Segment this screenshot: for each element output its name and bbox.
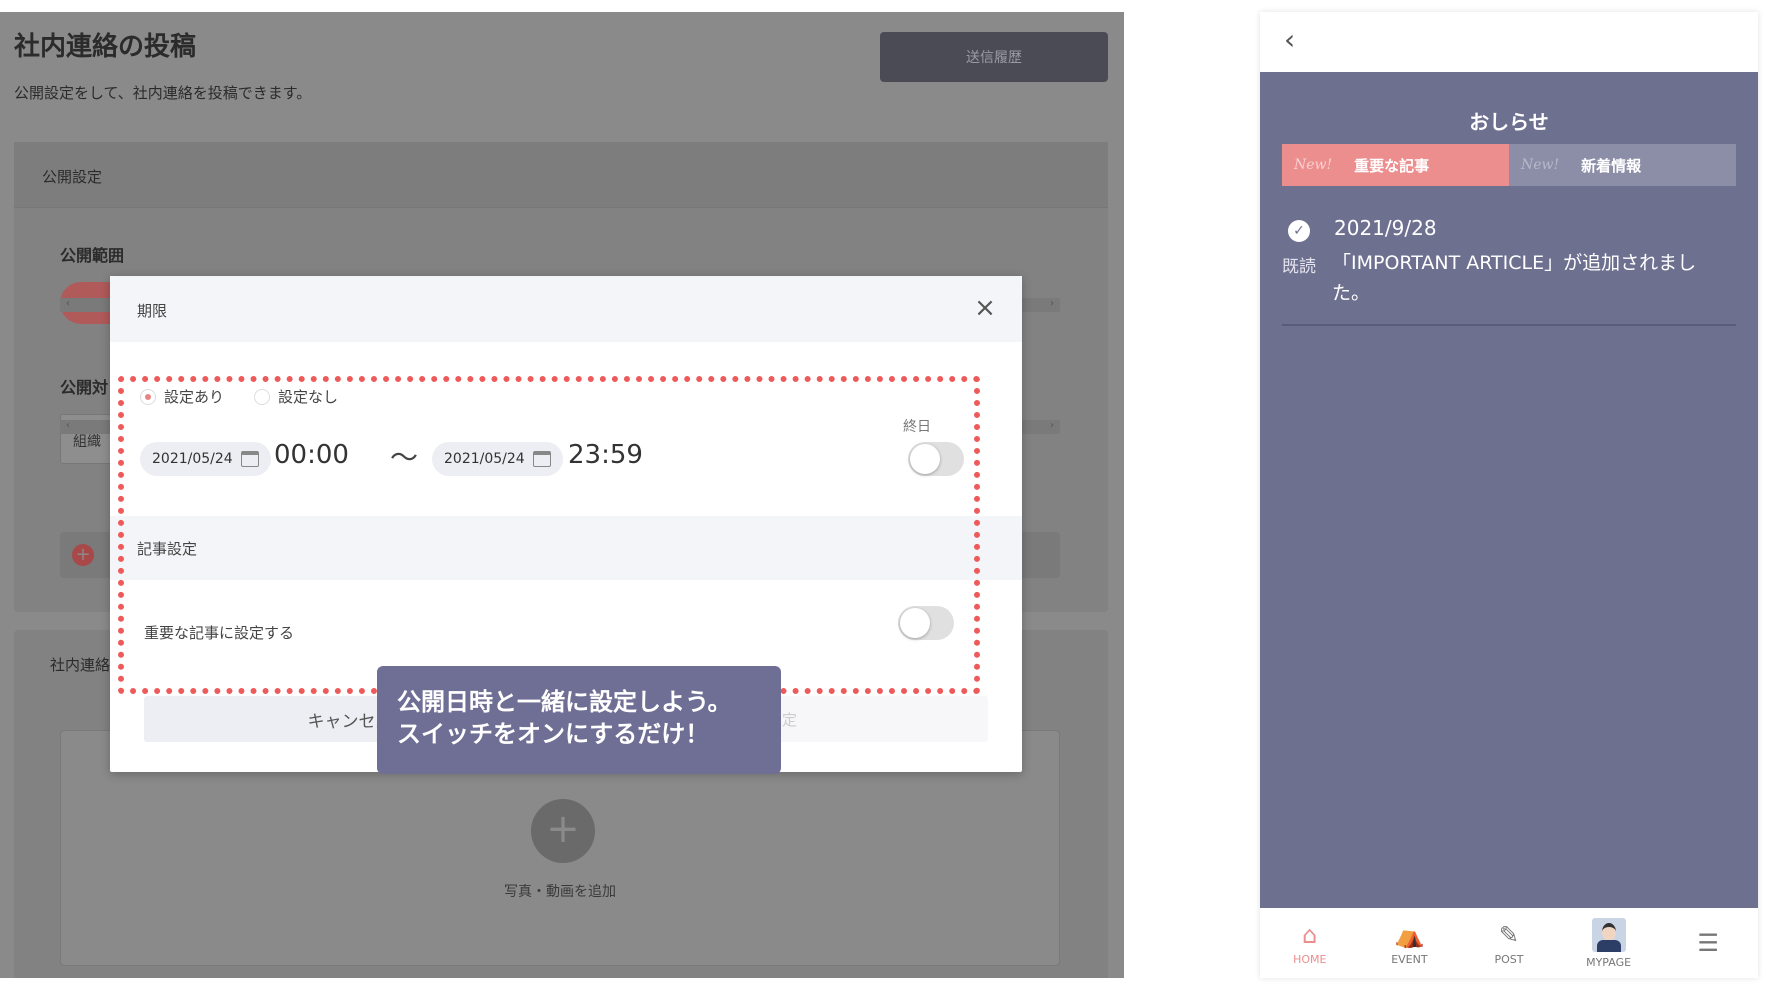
nav-event[interactable]: ⛺ EVENT xyxy=(1360,908,1460,978)
tab-latest[interactable]: New! 新着情報 xyxy=(1509,144,1736,186)
scroll-right-icon[interactable]: › xyxy=(1050,420,1054,431)
settings-panel-title: 公開設定 xyxy=(42,168,103,186)
nav-home-label: HOME xyxy=(1293,952,1327,966)
callout-line-2: スイッチをオンにするだけ！ xyxy=(397,720,710,748)
scope-label: 公開範囲 xyxy=(60,246,125,265)
highlight-frame xyxy=(118,376,980,694)
home-icon[interactable]: ⌂ xyxy=(1302,921,1317,949)
scroll-right-icon[interactable]: › xyxy=(1050,298,1054,309)
menu-icon[interactable]: ☰ xyxy=(1697,929,1719,957)
scroll-left-icon[interactable]: ‹ xyxy=(66,420,70,431)
new-badge: New! xyxy=(1521,157,1560,173)
news-screen: おしらせ New! 重要な記事 New! 新着情報 ✓ 既読 2021/9/28… xyxy=(1260,72,1758,908)
callout-line-1: 公開日時と一緒に設定しよう。 xyxy=(397,688,732,716)
nav-post-label: POST xyxy=(1494,952,1524,966)
tab-latest-label: 新着情報 xyxy=(1581,156,1642,175)
page-subtitle: 公開設定をして、社内連絡を投稿できます。 xyxy=(14,84,312,102)
nav-mypage-label: MYPAGE xyxy=(1586,955,1632,969)
read-label: 既読 xyxy=(1282,257,1316,277)
bottom-nav: ⌂ HOME ⛺ EVENT ✎ POST MYPAGE ☰ xyxy=(1260,908,1758,978)
scroll-left-icon[interactable]: ‹ xyxy=(66,298,70,309)
nav-mypage[interactable]: MYPAGE xyxy=(1559,908,1659,978)
history-button[interactable]: 送信履歴 xyxy=(880,32,1108,82)
news-title: おしらせ xyxy=(1469,110,1549,134)
upload-plus-icon[interactable]: + xyxy=(531,799,595,863)
content-panel-title: 社内連絡 xyxy=(50,656,111,674)
modal-title: 期限 xyxy=(137,302,168,320)
event-icon[interactable]: ⛺ xyxy=(1394,921,1424,949)
new-badge: New! xyxy=(1294,157,1333,173)
avatar[interactable] xyxy=(1591,917,1626,952)
modal-header: 期限 × xyxy=(110,276,1022,342)
mobile-screen: ‹ おしらせ New! 重要な記事 New! 新着情報 ✓ 既読 2021/9/… xyxy=(1260,12,1758,978)
divider xyxy=(1282,324,1736,326)
close-icon[interactable]: × xyxy=(972,295,998,322)
target-label: 公開対 xyxy=(60,378,109,397)
check-icon: ✓ xyxy=(1288,220,1310,242)
news-date: 2021/9/28 xyxy=(1334,216,1437,240)
nav-post[interactable]: ✎ POST xyxy=(1459,908,1559,978)
mobile-header: ‹ xyxy=(1260,12,1758,72)
news-item-text[interactable]: 「IMPORTANT ARTICLE」が追加されました。 xyxy=(1332,248,1732,308)
tab-important-label: 重要な記事 xyxy=(1354,156,1430,175)
nav-home[interactable]: ⌂ HOME xyxy=(1260,908,1360,978)
nav-menu[interactable]: ☰ xyxy=(1658,908,1758,978)
nav-event-label: EVENT xyxy=(1391,952,1428,966)
tab-important[interactable]: New! 重要な記事 xyxy=(1282,144,1509,186)
add-icon[interactable]: + xyxy=(72,544,94,566)
back-icon[interactable]: ‹ xyxy=(1284,26,1295,54)
settings-panel-header: 公開設定 xyxy=(14,142,1108,208)
desktop-screen: 社内連絡の投稿 公開設定をして、社内連絡を投稿できます。 送信履歴 公開設定 公… xyxy=(0,12,1124,978)
news-tabs: New! 重要な記事 New! 新着情報 xyxy=(1282,144,1736,186)
page-title: 社内連絡の投稿 xyxy=(14,32,197,62)
upload-label: 写真・動画を追加 xyxy=(504,884,616,900)
callout-tooltip: 公開日時と一緒に設定しよう。 スイッチをオンにするだけ！ xyxy=(377,666,781,774)
post-icon[interactable]: ✎ xyxy=(1499,921,1519,949)
